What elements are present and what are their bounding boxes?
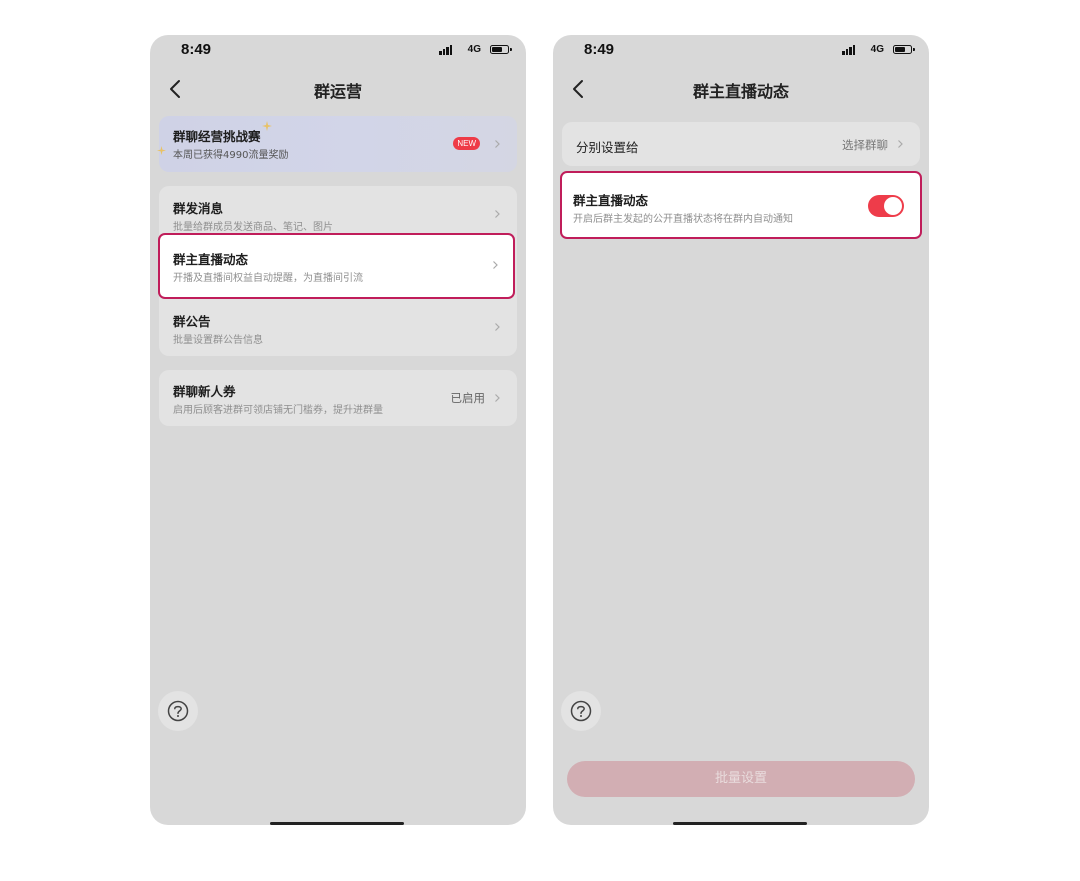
toggle-knob <box>884 197 902 215</box>
assign-label: 分别设置给 <box>576 140 639 155</box>
chevron-right-icon <box>495 210 500 218</box>
assign-value: 选择群聊 <box>842 138 888 152</box>
list-item-new-member-coupon[interactable]: 群聊新人券 启用后顾客进群可领店铺无门槛券，提升进群量 已启用 <box>159 370 517 426</box>
page-title: 群运营 <box>313 82 362 101</box>
back-arrow-icon[interactable] <box>164 77 188 101</box>
live-status-toggle[interactable] <box>868 195 904 217</box>
item-title: 群发消息 <box>173 201 224 216</box>
highlighted-item-live-status[interactable]: 群主直播动态 开播及直播间权益自动提醒，为直播间引流 <box>158 233 515 299</box>
chevron-right-icon <box>493 261 498 269</box>
item-title: 群主直播动态 <box>173 252 249 267</box>
setting-subtitle: 开启后群主发起的公开直播状态将在群内自动通知 <box>573 214 793 225</box>
question-mark-icon <box>570 700 592 722</box>
status-bar: 8:49 4G <box>553 39 929 61</box>
help-button[interactable] <box>561 691 601 731</box>
item-subtitle: 开播及直播间权益自动提醒，为直播间引流 <box>173 273 363 284</box>
item-title: 群公告 <box>173 314 211 329</box>
home-indicator <box>270 822 404 825</box>
batch-settings-button[interactable]: 批量设置 <box>567 761 915 797</box>
home-indicator <box>673 822 807 825</box>
list-item-announcement[interactable]: 群公告 批量设置群公告信息 <box>159 299 517 354</box>
signal-icon <box>439 45 452 55</box>
assign-row[interactable]: 分别设置给 选择群聊 <box>562 122 920 166</box>
status-time: 8:49 <box>181 41 212 58</box>
chevron-right-icon <box>495 140 500 148</box>
status-bar: 8:49 4G <box>150 39 526 61</box>
challenge-banner[interactable]: 群聊经营挑战赛 本周已获得4990流量奖励 NEW <box>157 116 517 172</box>
help-button[interactable] <box>158 691 198 731</box>
network-type: 4G <box>870 44 884 55</box>
coupon-status: 已启用 <box>450 391 486 405</box>
highlighted-live-status-setting: 群主直播动态 开启后群主发起的公开直播状态将在群内自动通知 <box>560 171 922 239</box>
network-type: 4G <box>467 44 481 55</box>
coupon-card[interactable]: 群聊新人券 启用后顾客进群可领店铺无门槛券，提升进群量 已启用 <box>159 370 517 426</box>
challenge-subtitle: 本周已获得4990流量奖励 <box>173 150 289 161</box>
item-subtitle: 批量给群成员发送商品、笔记、图片 <box>173 222 333 233</box>
setting-title: 群主直播动态 <box>573 193 649 208</box>
nav-bar: 群运营 <box>150 71 526 107</box>
item-title: 群聊新人券 <box>173 384 236 399</box>
signal-icon <box>842 45 855 55</box>
item-subtitle: 启用后顾客进群可领店铺无门槛券，提升进群量 <box>173 405 383 416</box>
challenge-title: 群聊经营挑战赛 <box>173 129 261 144</box>
back-arrow-icon[interactable] <box>567 77 591 101</box>
phone-screen-group-operations: 8:49 4G 群运营 群聊经营挑战赛 本周已获得4990流量奖励 NEW 群发… <box>150 35 526 825</box>
status-time: 8:49 <box>584 41 615 58</box>
nav-bar: 群主直播动态 <box>553 71 929 107</box>
chevron-right-icon <box>898 140 903 148</box>
new-badge: NEW <box>453 137 480 150</box>
chevron-right-icon <box>495 394 500 402</box>
list-item-live-status[interactable]: 群主直播动态 开播及直播间权益自动提醒，为直播间引流 <box>160 235 513 296</box>
page-title: 群主直播动态 <box>692 82 789 101</box>
battery-icon <box>893 45 915 54</box>
assign-card[interactable]: 分别设置给 选择群聊 <box>562 122 920 166</box>
question-mark-icon <box>167 700 189 722</box>
item-subtitle: 批量设置群公告信息 <box>173 335 263 346</box>
list-item-group-message[interactable]: 群发消息 批量给群成员发送商品、笔记、图片 <box>159 186 517 236</box>
challenge-row[interactable]: 群聊经营挑战赛 本周已获得4990流量奖励 NEW <box>159 116 517 172</box>
live-status-row: 群主直播动态 开启后群主发起的公开直播状态将在群内自动通知 <box>562 173 920 236</box>
phone-screen-live-status: 8:49 4G 群主直播动态 分别设置给 选择群聊 群主直播动态 开启后群主发起… <box>553 35 929 825</box>
battery-icon <box>490 45 512 54</box>
chevron-right-icon <box>495 323 500 331</box>
